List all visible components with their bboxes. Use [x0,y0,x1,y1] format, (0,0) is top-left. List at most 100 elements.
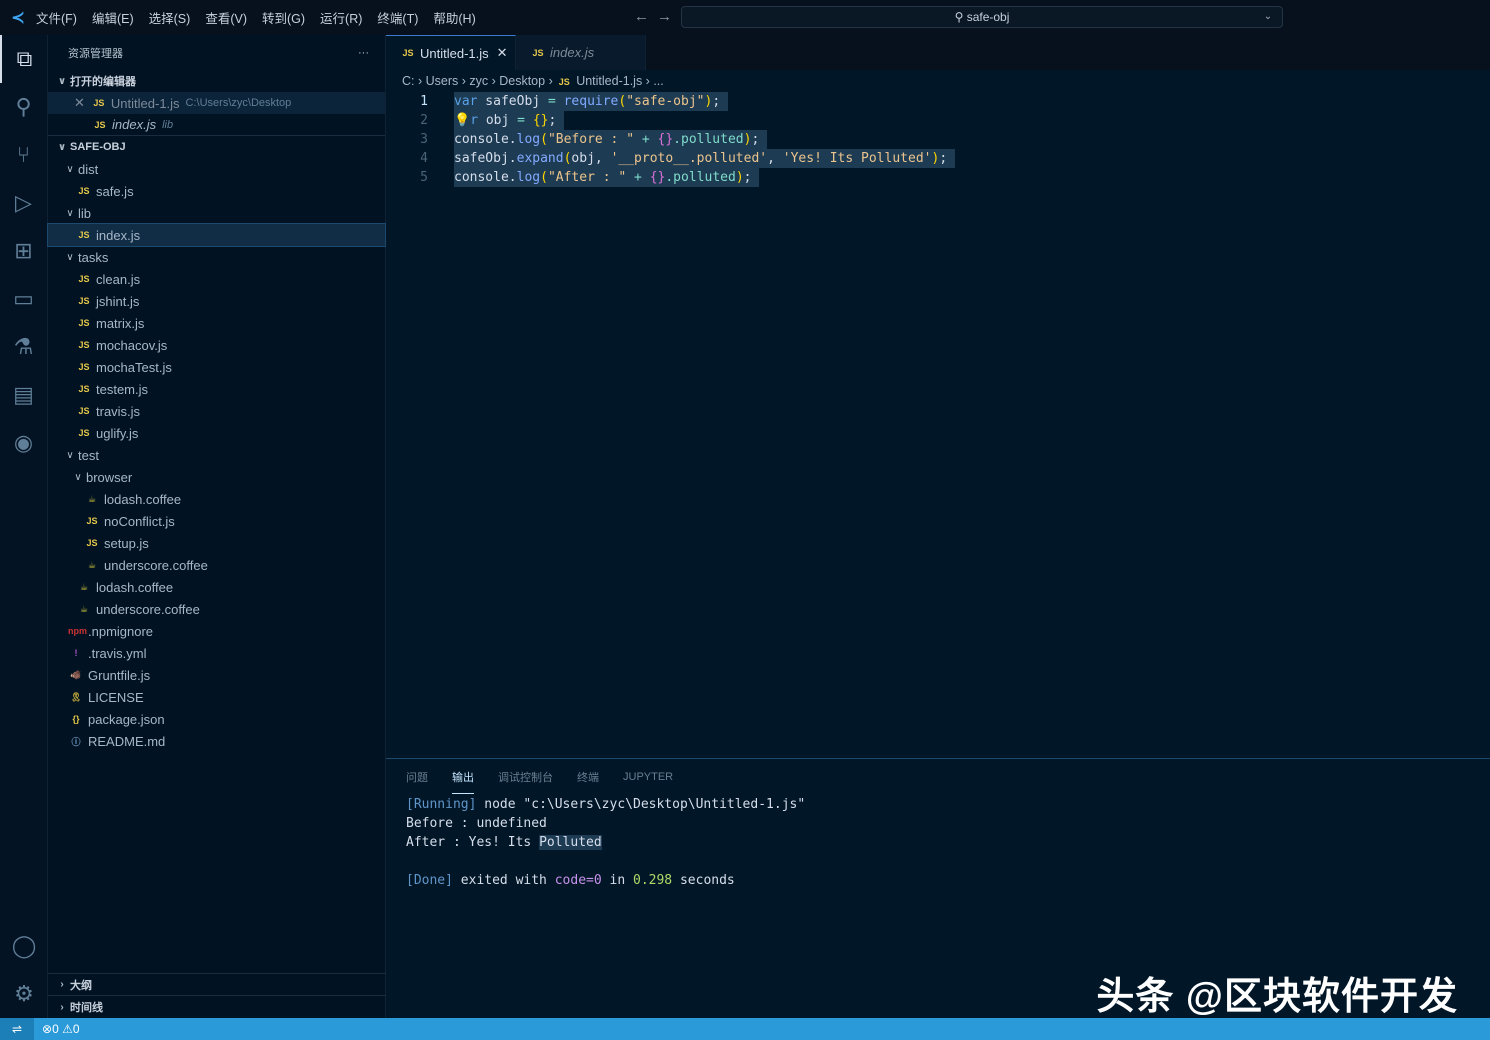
breadcrumb-item[interactable]: Desktop [499,74,545,88]
search-icon[interactable]: ⚲ [0,83,47,131]
file-item[interactable]: 🎗 LICENSE [48,686,385,708]
code-line[interactable]: 2 💡r obj = {}; [386,111,1490,130]
folder-item[interactable]: ∨ test [48,444,385,466]
chevron-right-icon: › [642,74,654,88]
code-token: 'Yes! Its Polluted' [782,151,932,166]
file-item[interactable]: ☕ lodash.coffee [48,576,385,598]
chevron-right-icon: › [60,1001,64,1013]
file-item[interactable]: JS clean.js [48,268,385,290]
panel-tab[interactable]: JUPYTER [623,763,673,791]
close-icon[interactable]: ✕ [74,95,85,111]
code-line[interactable]: 4 safeObj.expand(obj, '__proto__.polluted… [386,149,1490,168]
activity-bar: ⧉ ⚲ ⑂ ▷ ⊞ ▭ ⚗ ▤ ◉ ◯ ⚙ [0,35,48,1018]
git-graph-icon[interactable]: ◉ [0,419,47,467]
file-name: LICENSE [88,689,144,705]
breadcrumb-item[interactable]: C: [402,74,415,88]
source-control-icon[interactable]: ⑂ [0,131,47,179]
file-item[interactable]: ☕ underscore.coffee [48,554,385,576]
file-item[interactable]: JS safe.js [48,180,385,202]
file-name: lodash.coffee [96,579,174,595]
panel-tab[interactable]: 问题 [406,761,428,793]
menu-item[interactable]: 文件(F) [36,12,77,26]
tab-untitled-1[interactable]: JS Untitled-1.js ✕ [386,35,516,70]
file-item[interactable]: ☕ underscore.coffee [48,598,385,620]
file-item[interactable]: npm .npmignore [48,620,385,642]
timeline-section[interactable]: › 时间线 [48,996,386,1018]
error-icon: ⊗ [42,1022,53,1036]
vscode-logo-icon: ≺ [10,7,26,27]
file-item[interactable]: JS matrix.js [48,312,385,334]
chevron-right-icon: › [60,979,64,990]
open-editors-header[interactable]: ∨ 打开的编辑器 [48,70,385,92]
breadcrumb-item[interactable]: ... [653,74,663,88]
file-item[interactable]: {} package.json [48,708,385,730]
file-name: package.json [88,711,165,727]
code-line[interactable]: 3 console.log("Before : " + {}.polluted); [386,130,1490,149]
open-editor-item[interactable]: JS index.js lib [48,114,385,136]
panel-tab[interactable]: 输出 [452,761,474,794]
panel-tab[interactable]: 终端 [577,761,599,793]
problems-status[interactable]: ⊗0 ⚠0 [42,1022,80,1036]
file-item[interactable]: ⓘ README.md [48,730,385,752]
panel-tab[interactable]: 调试控制台 [498,761,553,793]
account-icon[interactable]: ◯ [0,922,48,970]
open-editor-item[interactable]: ✕ JS Untitled-1.js C:\Users\zyc\Desktop [48,92,385,114]
code-line[interactable]: 1 var safeObj = require("safe-obj"); [386,92,1490,111]
folder-item[interactable]: ∨ browser [48,466,385,488]
file-item[interactable]: JS index.js [47,223,386,247]
forward-arrow-icon[interactable]: → [657,8,672,25]
back-arrow-icon[interactable]: ← [634,8,649,25]
outline-section[interactable]: › 大纲 [48,974,386,996]
menu-item[interactable]: 转到(G) [262,12,305,26]
breadcrumb-item[interactable]: zyc [469,74,488,88]
code-editor[interactable]: 1 var safeObj = require("safe-obj"); 2 💡r o… [386,92,1490,187]
run-debug-icon[interactable]: ▷ [0,179,47,227]
folder-item[interactable]: ∨ tasks [48,246,385,268]
file-item[interactable]: JS mochaTest.js [48,356,385,378]
file-item[interactable]: ! .travis.yml [48,642,385,664]
menu-item[interactable]: 编辑(E) [92,12,134,26]
navigation: ← → [634,8,680,25]
js-file-icon: JS [78,296,90,306]
breadcrumb-item[interactable]: Untitled-1.js [576,74,642,88]
breadcrumb-item[interactable]: Users [426,74,459,88]
close-icon[interactable]: ✕ [497,45,508,61]
gear-icon[interactable]: ⚙ [0,970,48,1018]
js-file-icon: JS [93,98,105,108]
extensions-icon[interactable]: ⊞ [0,227,47,275]
project-header[interactable]: ∨ SAFE-OBJ [48,136,385,158]
npm-file-icon: npm [68,626,87,636]
file-item[interactable]: JS uglify.js [48,422,385,444]
file-name: README.md [88,733,166,749]
menu-item[interactable]: 选择(S) [149,12,191,26]
lightbulb-icon[interactable]: 💡 [454,113,470,128]
menu-item[interactable]: 查看(V) [205,12,247,26]
folder-item[interactable]: ∨ dist [48,158,385,180]
file-item[interactable]: JS noConflict.js [48,510,385,532]
more-actions-button[interactable]: ··· [358,47,369,59]
code-line[interactable]: 5 console.log("After : " + {}.polluted); [386,168,1490,187]
file-item[interactable]: ☕ lodash.coffee [48,488,385,510]
file-item[interactable]: JS jshint.js [48,290,385,312]
chevron-down-icon: ∨ [66,163,74,175]
menu-item[interactable]: 帮助(H) [433,12,475,26]
files-icon[interactable]: ⧉ [0,35,47,83]
menu-item[interactable]: 终端(T) [377,12,418,26]
explorer-sidebar: 资源管理器 ··· ∨ 打开的编辑器 ✕ JS Untitled-1.js C:\User… [47,35,386,1018]
testing-icon[interactable]: ⚗ [0,323,47,371]
file-item[interactable]: JS setup.js [48,532,385,554]
command-center-search[interactable]: ⚲ safe-obj ⌄ [681,6,1283,28]
remote-icon[interactable]: ⇌ [0,1018,34,1040]
remote-explorer-icon[interactable]: ▭ [0,275,47,323]
tab-index-js[interactable]: JS index.js [516,35,646,70]
chevron-down-icon[interactable]: ⌄ [1260,7,1276,27]
file-item[interactable]: JS mochacov.js [48,334,385,356]
notebook-icon[interactable]: ▤ [0,371,47,419]
file-item[interactable]: JS travis.js [48,400,385,422]
file-item[interactable]: 🐗 Gruntfile.js [48,664,385,686]
menu-item[interactable]: 运行(R) [320,12,362,26]
folder-item[interactable]: ∨ lib [48,202,385,224]
file-item[interactable]: JS testem.js [48,378,385,400]
code-token: , [767,151,783,166]
